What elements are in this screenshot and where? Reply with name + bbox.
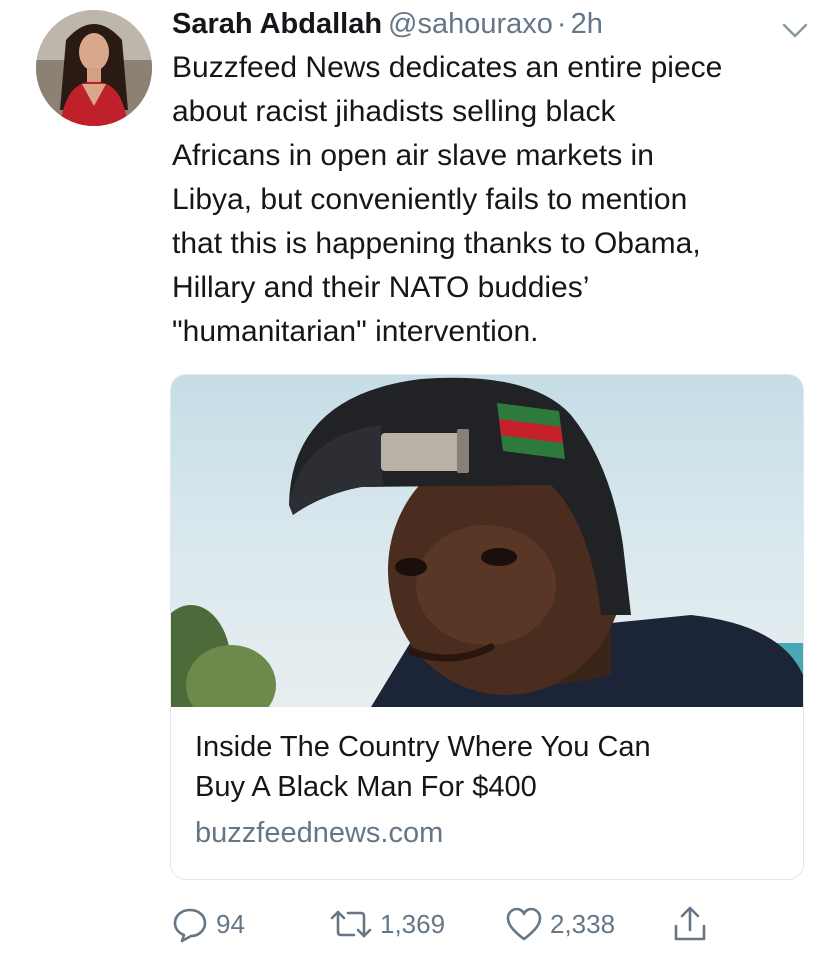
card-title-line: Inside The Country Where You Can [195,731,651,763]
reply-icon [173,908,207,943]
retweet-count: 1,369 [380,908,446,939]
retweet-icon [330,910,372,938]
share-button[interactable] [670,900,716,948]
header-separator: · [556,8,567,40]
tweet-text-line: Hillary and their NATO buddies’ [172,271,590,304]
reply-button[interactable]: 94 [170,900,245,948]
heart-icon [506,907,542,941]
card-image[interactable] [171,375,803,707]
tweet-text-line: Libya, but conveniently fails to mention [172,183,688,216]
tweet-text-line: "humanitarian" intervention. [172,315,539,348]
tweet-time[interactable]: 2h [571,8,603,40]
tweet-text-line: about racist jihadists selling black [172,95,616,128]
reply-count: 94 [216,908,245,939]
share-icon [674,906,706,941]
card-title[interactable]: Inside The Country Where You Can Buy A B… [195,727,785,807]
tweet-text-line: that this is happening thanks to Obama, [172,227,701,260]
like-button[interactable]: 2,338 [504,900,615,948]
tweet-header: Sarah Abdallah @sahouraxo · 2h [172,4,810,44]
author-handle[interactable]: @sahouraxo [388,8,553,40]
tweet-text: Buzzfeed News dedicates an entire piece … [172,46,812,354]
tweet-text-line: Buzzfeed News dedicates an entire piece [172,51,723,84]
link-card[interactable]: Inside The Country Where You Can Buy A B… [170,374,804,880]
like-count: 2,338 [550,908,616,939]
retweet-button[interactable]: 1,369 [328,900,445,948]
avatar-photo [36,10,152,126]
avatar[interactable] [36,10,152,126]
tweet-text-line: Africans in open air slave markets in [172,139,654,172]
author-name[interactable]: Sarah Abdallah [172,8,382,40]
card-title-line: Buy A Black Man For $400 [195,771,537,803]
card-domain[interactable]: buzzfeednews.com [195,813,443,853]
chevron-down-icon[interactable] [780,14,810,40]
tweet-actions: 94 1,369 2,338 [170,900,810,948]
